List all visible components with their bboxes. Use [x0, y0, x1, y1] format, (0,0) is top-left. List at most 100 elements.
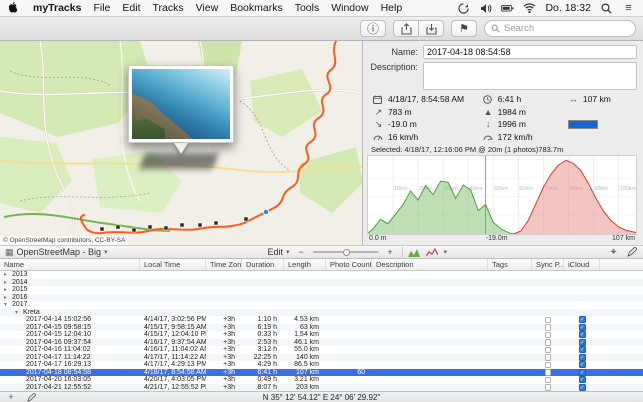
column-header[interactable]: Length [284, 259, 326, 270]
add-track-button[interactable]: + [4, 393, 18, 402]
icloud-checkbox[interactable]: ✓ [579, 331, 586, 338]
sync-toggle[interactable] [545, 354, 552, 361]
menubar-clock[interactable]: Do. 18:32 [545, 2, 591, 14]
group-row[interactable]: ▸2014 [0, 279, 643, 287]
icloud-checkbox[interactable]: ✓ [579, 339, 586, 346]
sync-toggle[interactable] [545, 377, 552, 384]
track-row[interactable]: 2017-04-17 11:14:224/17/17, 11:14:22 AM+… [0, 354, 643, 362]
column-header[interactable]: Time Zone [206, 259, 242, 270]
stat-max-elevation: 1984 m [498, 107, 526, 117]
cell-photo_count [326, 346, 372, 354]
track-row[interactable]: 2017-04-16 11:04:024/16/17, 11:04:02 AM+… [0, 346, 643, 354]
toolbar-search[interactable] [484, 20, 636, 37]
map-provider-dropdown[interactable]: ▦ OpenStreetMap - Big ▾ [5, 247, 108, 258]
sync-toggle[interactable] [545, 332, 552, 339]
info-button[interactable]: ⓘ [360, 20, 386, 37]
track-row[interactable]: 2017-04-17 16:29:134/17/17, 4:29:13 PM+3… [0, 361, 643, 369]
group-row[interactable]: ▸2013 [0, 271, 643, 279]
chevron-down-icon[interactable]: ▾ [444, 248, 448, 256]
menu-item[interactable]: Help [381, 2, 403, 14]
track-row[interactable]: 2017-04-20 16:03:054/20/17, 4:03:05 PM+3… [0, 376, 643, 384]
map-pane[interactable]: © OpenStreetMap contributors, CC-BY-SA [0, 41, 363, 245]
column-header[interactable]: Photo Count [326, 259, 372, 270]
row-name: 2017-04-17 16:29:13 [26, 361, 91, 368]
icloud-checkbox[interactable]: ✓ [579, 324, 586, 331]
locate-button[interactable]: ⌖ [607, 246, 620, 258]
search-input[interactable] [504, 23, 636, 34]
track-row[interactable]: 2017-04-16 09:37:544/16/17, 9:37:54 AM+3… [0, 339, 643, 347]
icloud-checkbox[interactable]: ✓ [579, 361, 586, 368]
sync-toggle[interactable] [545, 339, 552, 346]
column-header[interactable]: Duration [242, 259, 284, 270]
sync-toggle[interactable] [545, 362, 552, 369]
track-row[interactable]: 2017-04-15 12:04:104/15/17, 12:04:10 PM+… [0, 331, 643, 339]
icloud-checkbox[interactable]: ✓ [579, 354, 586, 361]
column-header[interactable]: iCloud [564, 259, 600, 270]
sync-toggle[interactable] [545, 317, 552, 324]
edit-track-button[interactable] [24, 393, 38, 402]
menu-item[interactable]: Tools [295, 2, 320, 14]
column-header[interactable]: Local Time [140, 259, 206, 270]
cell-time_zone [206, 286, 242, 294]
menu-item[interactable]: View [196, 2, 219, 14]
volume-icon[interactable] [479, 2, 492, 15]
share-export-button[interactable] [393, 20, 419, 37]
cell-local_time: 4/20/17, 4:03:05 PM [140, 376, 206, 384]
draw-track-button[interactable] [625, 246, 638, 258]
column-header[interactable]: Tags [488, 259, 532, 270]
sync-toggle[interactable] [545, 384, 552, 391]
menu-item[interactable]: File [93, 2, 110, 14]
row-name: 2017-04-16 11:04:02 [26, 346, 90, 353]
group-row[interactable]: ▸2015 [0, 286, 643, 294]
column-header[interactable]: Sync P... [532, 259, 564, 270]
group-row[interactable]: ▾Kreta [0, 309, 643, 317]
track-description-field[interactable] [423, 62, 637, 90]
track-name-field[interactable]: 2017-04-18 08:54:58 [423, 45, 637, 59]
battery-icon[interactable] [501, 2, 514, 15]
edit-mode-dropdown[interactable]: Edit ▾ [268, 247, 290, 257]
zoom-in-button[interactable]: + [384, 246, 397, 258]
zoom-out-button[interactable]: − [295, 246, 308, 258]
spotlight-icon[interactable] [600, 2, 613, 15]
group-row[interactable]: ▸2016 [0, 294, 643, 302]
track-row[interactable]: 2017-04-14 15:02:564/14/17, 3:02:56 PM+3… [0, 316, 643, 324]
menu-item[interactable]: Tracks [152, 2, 183, 14]
column-header[interactable]: Description [372, 259, 488, 270]
speed-graph-button[interactable] [426, 246, 439, 258]
track-photo[interactable] [132, 69, 230, 139]
cell-description [372, 369, 488, 377]
sync-toggle[interactable] [545, 324, 552, 331]
menu-item[interactable]: Edit [122, 2, 140, 14]
track-row[interactable]: 2017-04-18 08:54:584/18/17, 8:54:58 AM+3… [0, 369, 643, 377]
track-color-swatch[interactable] [568, 120, 598, 129]
column-header[interactable]: Name [0, 259, 140, 270]
group-row[interactable]: ▾2017 [0, 301, 643, 309]
photo-card[interactable] [128, 65, 234, 143]
elevation-graph-button[interactable] [408, 246, 421, 258]
cell-time_zone: +3h [206, 369, 242, 377]
icloud-checkbox[interactable]: ✓ [579, 346, 586, 353]
cell-local_time [140, 286, 206, 294]
menu-app-name[interactable]: myTracks [33, 2, 81, 14]
wifi-icon[interactable] [523, 2, 536, 15]
track-row[interactable]: 2017-04-15 09:58:154/15/17, 9:58:15 AM+3… [0, 324, 643, 332]
photo-callout[interactable] [128, 65, 234, 143]
icloud-checkbox[interactable]: ✓ [579, 369, 586, 376]
sync-toggle[interactable] [545, 347, 552, 354]
sync-status-icon[interactable] [457, 2, 470, 15]
waypoint-flag-button[interactable]: ⚑ [451, 20, 477, 37]
share-import-button[interactable] [418, 20, 444, 37]
icloud-checkbox[interactable]: ✓ [579, 384, 586, 391]
zoom-slider-thumb[interactable] [343, 249, 350, 256]
track-row[interactable]: 2017-04-21 12:55:524/21/17, 12:55:52 PM+… [0, 384, 643, 392]
notification-center-icon[interactable]: ≡ [622, 2, 635, 15]
zoom-slider[interactable] [313, 247, 379, 257]
menu-item[interactable]: Window [331, 2, 368, 14]
cell-tags [488, 301, 532, 309]
apple-menu-icon[interactable] [8, 2, 21, 15]
menu-item[interactable]: Bookmarks [230, 2, 283, 14]
icloud-checkbox[interactable]: ✓ [579, 376, 586, 383]
elevation-chart[interactable]: 10km20km30km40km50km60km70km80km90km100k… [367, 155, 637, 235]
sync-toggle[interactable] [545, 369, 552, 376]
icloud-checkbox[interactable]: ✓ [579, 316, 586, 323]
